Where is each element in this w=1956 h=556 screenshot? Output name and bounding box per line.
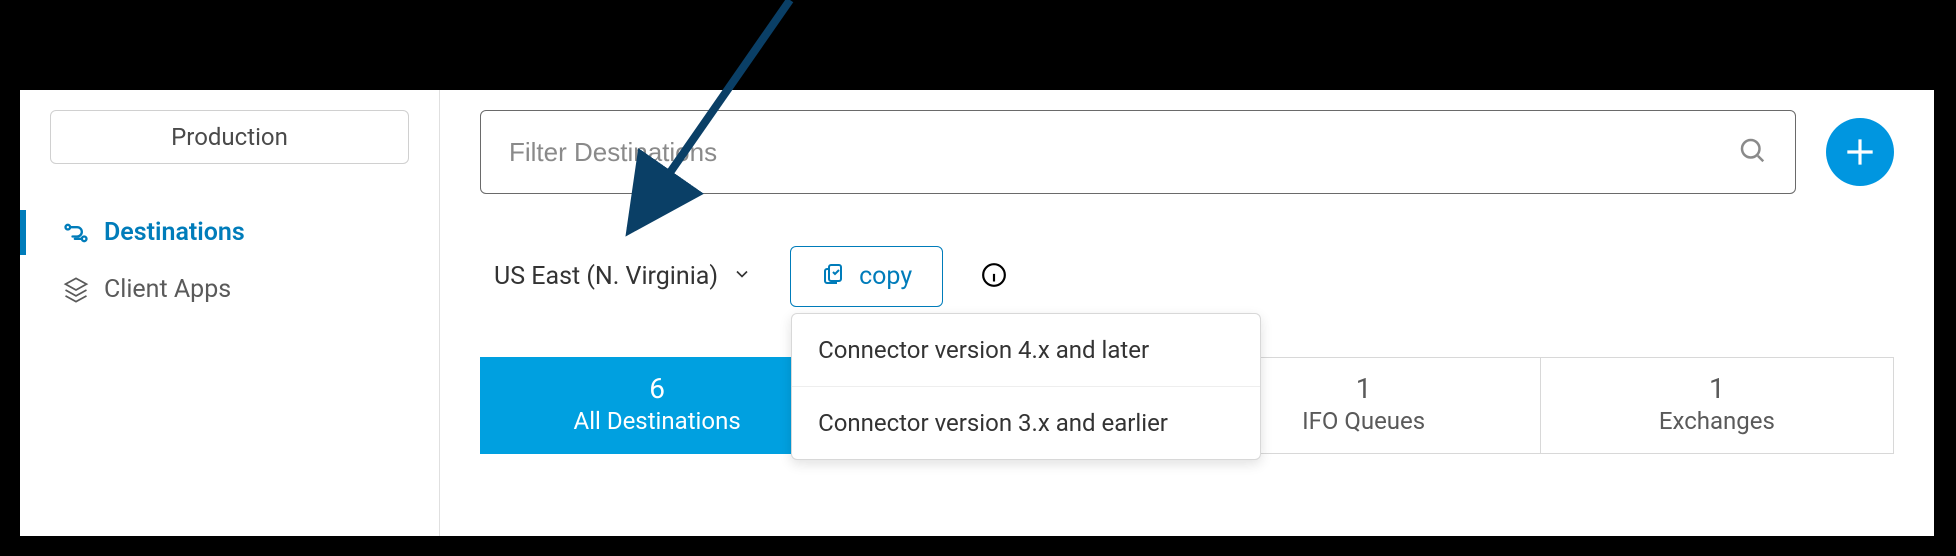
filter-destinations-input[interactable]	[509, 137, 1737, 168]
tab-count: 1	[1541, 372, 1893, 405]
sidebar-item-client-apps[interactable]: Client Apps	[50, 261, 409, 318]
tab-all-destinations[interactable]: 6 All Destinations	[480, 357, 834, 454]
copy-button[interactable]: copy Connector version 4.x and later Con…	[790, 246, 943, 307]
clipboard-icon	[821, 261, 845, 292]
plus-icon	[1841, 133, 1879, 171]
sidebar-item-label: Client Apps	[104, 275, 231, 304]
sidebar-item-destinations[interactable]: Destinations	[50, 204, 409, 261]
dropdown-item-label: Connector version 3.x and earlier	[818, 409, 1168, 437]
sidebar-item-label: Destinations	[104, 218, 245, 247]
main-content: US East (N. Virginia) copy	[440, 90, 1934, 536]
region-selector[interactable]: US East (N. Virginia)	[494, 262, 752, 291]
tab-exchanges[interactable]: 1 Exchanges	[1541, 357, 1894, 454]
search-icon	[1737, 135, 1767, 169]
region-label: US East (N. Virginia)	[494, 262, 718, 291]
destinations-icon	[62, 219, 90, 247]
tab-label: All Destinations	[481, 407, 833, 435]
dropdown-item-label: Connector version 4.x and later	[818, 336, 1149, 364]
add-destination-button[interactable]	[1826, 118, 1894, 186]
chevron-down-icon	[732, 262, 752, 291]
client-apps-icon	[62, 276, 90, 304]
environment-selector[interactable]: Production	[50, 110, 409, 164]
info-icon[interactable]	[981, 262, 1007, 292]
dropdown-item-connector-3x[interactable]: Connector version 3.x and earlier	[792, 387, 1260, 459]
dropdown-item-connector-4x[interactable]: Connector version 4.x and later	[792, 314, 1260, 387]
environment-label: Production	[171, 123, 288, 151]
copy-dropdown: Connector version 4.x and later Connecto…	[791, 313, 1261, 460]
sidebar: Production Destinations Client Apps	[20, 90, 440, 536]
tab-label: Exchanges	[1541, 407, 1893, 435]
tab-count: 6	[481, 372, 833, 405]
search-box[interactable]	[480, 110, 1796, 194]
copy-label: copy	[859, 262, 912, 291]
